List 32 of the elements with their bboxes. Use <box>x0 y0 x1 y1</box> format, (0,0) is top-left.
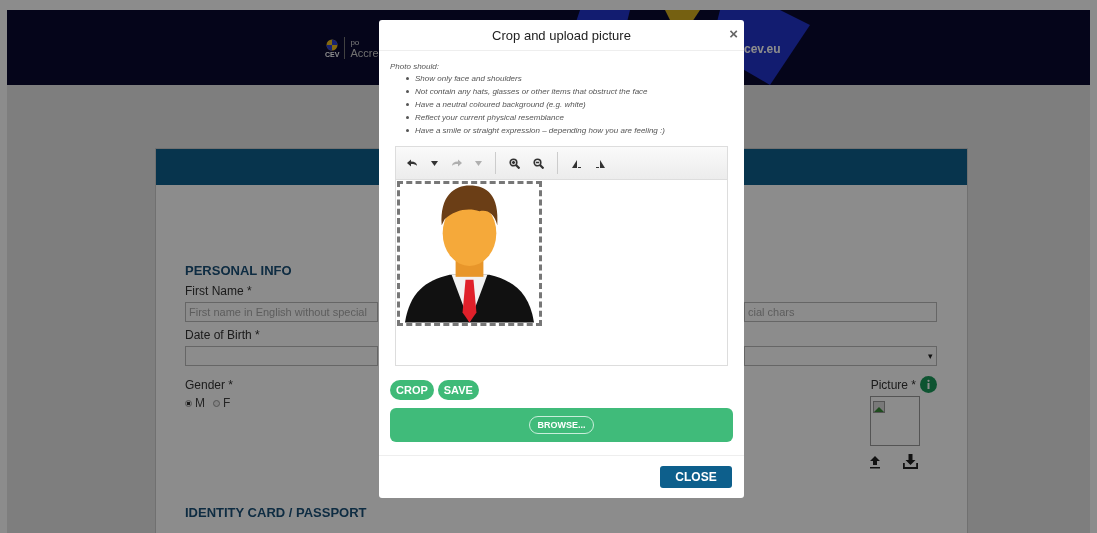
info-icon[interactable] <box>920 375 937 393</box>
gender-radio[interactable]: F <box>213 396 231 410</box>
download-icon[interactable] <box>903 454 918 469</box>
date-of-birth-field[interactable] <box>185 346 378 366</box>
field-label: Date of Birth * <box>185 328 261 342</box>
instruction-item: Have a smile or straight expression – depending how you are feeling :) <box>415 126 665 135</box>
site-name: Accre <box>350 46 379 59</box>
tagline: po <box>350 37 361 47</box>
zoom-out-icon[interactable] <box>533 157 544 169</box>
section-title: IDENTITY CARD / PASSPORT <box>185 505 368 520</box>
instruction-item: Reflect your current physical resemblance <box>415 113 564 122</box>
close-button[interactable]: × <box>729 26 738 41</box>
website-domain: cev.eu <box>744 42 781 56</box>
field-label: Gender * <box>185 378 235 392</box>
section-title: PERSONAL INFO <box>185 263 293 278</box>
instructions-heading: Photo should: <box>390 62 440 71</box>
gender-radio[interactable]: M <box>185 396 205 410</box>
field-label: Picture * <box>870 378 916 392</box>
broken-image-icon <box>873 401 885 413</box>
volleyball-icon <box>325 38 340 51</box>
zoom-in-icon[interactable] <box>509 157 520 169</box>
undo-arrow-icon[interactable] <box>407 157 418 169</box>
instruction-item: Not contain any hats, glasses or other items that obstruct the face <box>415 87 648 96</box>
save-button[interactable]: SAVE <box>437 380 479 400</box>
instruction-item: Have a neutral coloured background (e.g. white) <box>415 100 586 109</box>
crop-button[interactable]: CROP <box>390 380 434 400</box>
dialog-title: Crop and upload picture <box>492 27 631 43</box>
dropdown-field[interactable]: ▾ <box>744 346 937 366</box>
field-label: First Name * <box>185 284 253 298</box>
upload-icon[interactable] <box>869 455 881 469</box>
close-button[interactable]: CLOSE <box>660 466 732 488</box>
instruction-item: Show only face and shoulders <box>415 74 522 83</box>
